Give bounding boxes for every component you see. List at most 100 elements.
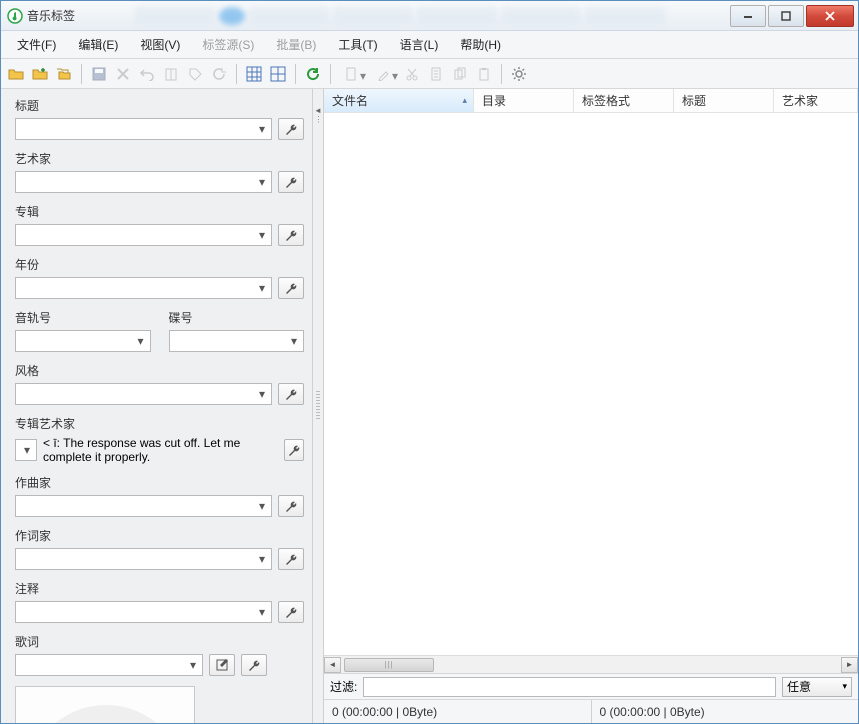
albumartist-input[interactable]: ▾ [15,439,37,461]
menu-edit[interactable]: 编辑(E) [68,32,128,57]
book-icon[interactable] [160,63,182,85]
filter-label: 过滤: [330,678,357,695]
window-title: 音乐标签 [27,7,75,24]
album-tools-button[interactable] [278,224,304,246]
lyrics-input[interactable]: ▾ [15,654,203,676]
genre-tools-button[interactable] [278,383,304,405]
doc-dropdown-icon[interactable]: ▾ [337,63,367,85]
grid2-icon[interactable] [267,63,289,85]
disc-input[interactable]: ▾ [169,330,305,352]
grid1-icon[interactable] [243,63,265,85]
scroll-left-button[interactable]: ◄ [324,657,341,673]
album-label: 专辑 [15,203,304,220]
menu-lang[interactable]: 语言(L) [390,32,449,57]
table-header: 文件名▴ 目录 标签格式 标题 艺术家 [324,89,858,113]
table-body[interactable] [324,113,858,655]
artist-tools-button[interactable] [278,171,304,193]
lyricist-tools-button[interactable] [278,548,304,570]
chevron-down-icon[interactable]: ▾ [20,441,34,459]
lyrics-tools-button[interactable] [241,654,267,676]
settings-icon[interactable] [508,63,530,85]
delete-icon[interactable] [112,63,134,85]
save-icon[interactable] [88,63,110,85]
genre-label: 风格 [15,362,304,379]
chevron-down-icon: ▾ [842,681,847,692]
artist-input[interactable]: ▾ [15,171,272,193]
composer-tools-button[interactable] [278,495,304,517]
col-artist[interactable]: 艺术家 [774,89,858,112]
comment-tools-button[interactable] [278,601,304,623]
undo-icon[interactable] [136,63,158,85]
chevron-down-icon[interactable]: ▾ [255,550,269,568]
chevron-down-icon[interactable]: ▾ [255,173,269,191]
chevron-down-icon[interactable]: ▾ [255,497,269,515]
lyricist-label: 作词家 [15,527,304,544]
col-dir[interactable]: 目录 [474,89,574,112]
title-label: 标题 [15,97,304,114]
col-filename[interactable]: 文件名▴ [324,89,474,112]
copy-icon[interactable] [449,63,471,85]
filter-input[interactable] [363,677,776,697]
col-tagformat[interactable]: 标签格式 [574,89,674,112]
statusbar: 0 (00:00:00 | 0Byte) 0 (00:00:00 | 0Byte… [324,699,858,723]
composer-input[interactable]: ▾ [15,495,272,517]
menu-tagsrc[interactable]: 标签源(S) [192,32,264,57]
genre-input[interactable]: ▾ [15,383,272,405]
filter-mode-combo[interactable]: 任意▾ [782,677,852,697]
track-input[interactable]: ▾ [15,330,151,352]
menu-file[interactable]: 文件(F) [7,32,66,57]
disc-label: 碟号 [169,309,305,326]
minimize-button[interactable] [730,5,766,27]
chevron-down-icon[interactable]: ▾ [134,332,148,350]
cut-icon[interactable] [401,63,423,85]
album-art-box[interactable] [15,686,195,723]
col-title[interactable]: 标题 [674,89,774,112]
albumartist-tools-button[interactable] [284,439,304,461]
scroll-thumb[interactable]: ||| [344,658,434,672]
splitter[interactable]: ◄ ⋮ [312,89,324,723]
open-folder-icon[interactable] [5,63,27,85]
lyrics-edit-button[interactable] [209,654,235,676]
title-tools-button[interactable] [278,118,304,140]
menu-batch[interactable]: 批量(B) [266,32,326,57]
status-right: 0 (00:00:00 | 0Byte) [592,700,859,723]
album-input[interactable]: ▾ [15,224,272,246]
chevron-down-icon[interactable]: ▾ [255,603,269,621]
year-input[interactable]: ▾ [15,277,272,299]
sort-asc-icon: ▴ [462,95,467,106]
chevron-down-icon[interactable]: ▾ [287,332,301,350]
chevron-down-icon[interactable]: ▾ [255,279,269,297]
chevron-down-icon[interactable]: ▾ [255,120,269,138]
maximize-button[interactable] [768,5,804,27]
year-label: 年份 [15,256,304,273]
folders-icon[interactable] [53,63,75,85]
menubar: 文件(F) 编辑(E) 视图(V) 标签源(S) 批量(B) 工具(T) 语言(… [1,31,858,59]
year-tools-button[interactable] [278,277,304,299]
lyricist-input[interactable]: ▾ [15,548,272,570]
comment-input[interactable]: ▾ [15,601,272,623]
menu-tools[interactable]: 工具(T) [328,32,387,57]
refresh-icon[interactable] [302,63,324,85]
page-icon[interactable] [425,63,447,85]
menu-view[interactable]: 视图(V) [130,32,190,57]
scroll-right-button[interactable]: ► [841,657,858,673]
paste-icon[interactable] [473,63,495,85]
track-label: 音轨号 [15,309,151,326]
chevron-down-icon[interactable]: ▾ [255,385,269,403]
lyrics-label: 歌词 [15,633,304,650]
menu-help[interactable]: 帮助(H) [450,32,511,57]
titlebar: 音乐标签 [1,1,858,31]
horizontal-scrollbar[interactable]: ◄ ||| ► [324,655,858,673]
chevron-down-icon[interactable]: ▾ [255,226,269,244]
add-folder-icon[interactable] [29,63,51,85]
paint-dropdown-icon[interactable]: ▾ [369,63,399,85]
albumartist-label: 专辑艺术家 [15,415,304,432]
close-button[interactable] [806,5,854,27]
title-input[interactable]: ▾ [15,118,272,140]
refresh-small-icon[interactable] [208,63,230,85]
main-area: 标题 ▾ 艺术家 ▾ 专辑 ▾ 年份 ▾ [1,89,858,723]
file-list-pane: 文件名▴ 目录 标签格式 标题 艺术家 ◄ ||| ► 过滤: 任意▾ 0 (0… [324,89,858,723]
chevron-down-icon[interactable]: ▾ [186,656,200,674]
tag-icon[interactable] [184,63,206,85]
window-controls [728,5,854,27]
